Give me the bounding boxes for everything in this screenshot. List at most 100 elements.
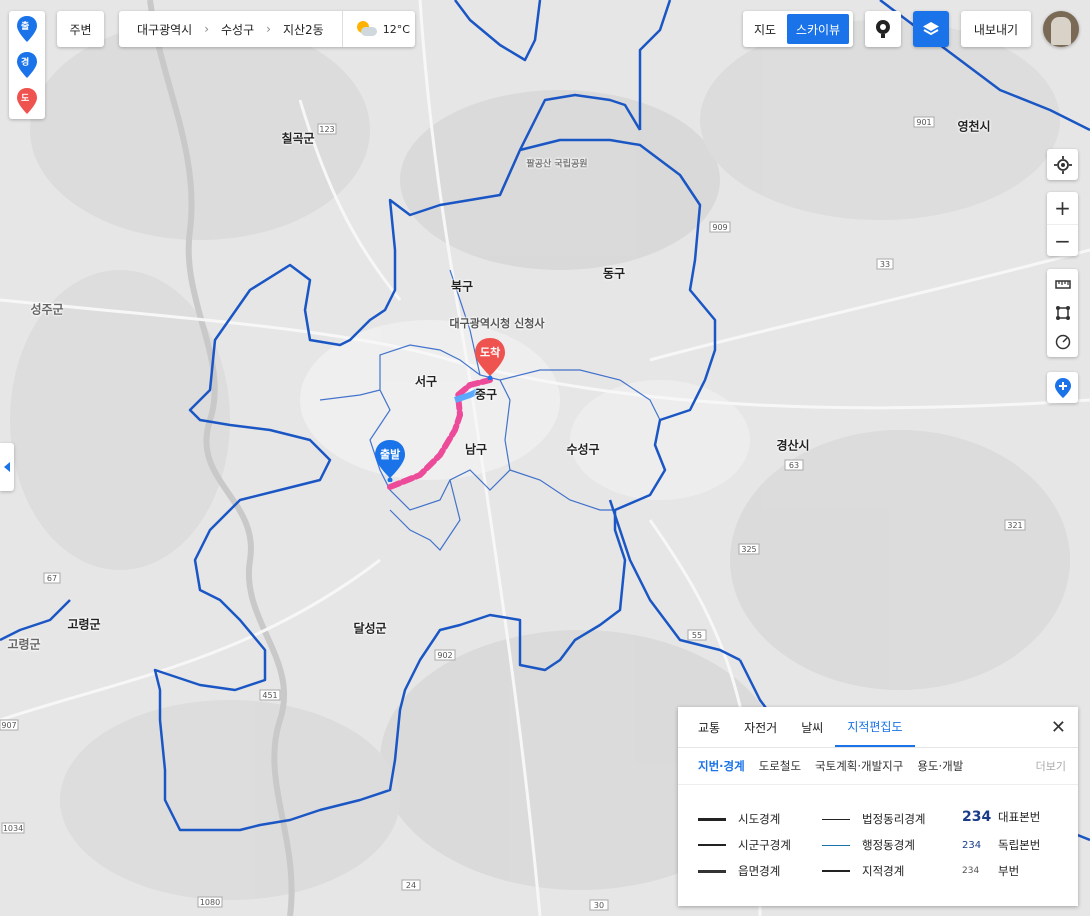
radius-button[interactable] bbox=[1047, 327, 1078, 356]
zoom-in-button[interactable]: + bbox=[1047, 192, 1078, 225]
tab-cadastral[interactable]: 지적편집도 bbox=[835, 707, 915, 747]
legend-num-main: 234 bbox=[962, 809, 992, 825]
legend-label-sigungu: 시군구경계 bbox=[738, 838, 791, 852]
legend-label-eupmyeon: 읍면경계 bbox=[738, 864, 781, 878]
region-label-seo: 서구 bbox=[414, 374, 438, 389]
crosshair-icon bbox=[1053, 155, 1072, 174]
chevron-right-icon: › bbox=[266, 22, 271, 36]
map-type-button[interactable]: 지도 bbox=[743, 11, 787, 47]
legend-num-independent: 234 bbox=[962, 839, 982, 851]
zoom-out-button[interactable]: − bbox=[1047, 225, 1078, 256]
poi-label-palgongsan: 팔공산 국립공원 bbox=[526, 159, 588, 170]
layer-panel: 교통 자전거 날씨 지적편집도 ✕ 지번·경계 도로철도 국토계획·개발지구 용… bbox=[678, 707, 1078, 906]
svg-text:30: 30 bbox=[594, 901, 604, 910]
svg-text:909: 909 bbox=[712, 223, 727, 232]
region-label-jung: 중구 bbox=[474, 387, 498, 402]
svg-text:907: 907 bbox=[1, 721, 16, 730]
nearby-button[interactable]: 주변 bbox=[57, 11, 104, 47]
layers-icon bbox=[923, 22, 939, 36]
route-pin-stack: 출 경 도 bbox=[9, 11, 45, 119]
measure-tools bbox=[1047, 269, 1078, 357]
radius-icon bbox=[1055, 334, 1070, 349]
region-label-goryeong: 고령군 bbox=[67, 617, 101, 632]
tab-traffic[interactable]: 교통 bbox=[686, 707, 732, 747]
zoom-control: + − bbox=[1047, 192, 1078, 256]
pin-arrive-button[interactable]: 도 bbox=[17, 88, 37, 116]
export-button[interactable]: 내보내기 bbox=[961, 11, 1031, 47]
legend-label-haengjeong: 행정동경계 bbox=[862, 838, 915, 852]
chevron-left-icon bbox=[4, 462, 10, 472]
plus-icon: + bbox=[1054, 196, 1071, 220]
divider bbox=[341, 11, 343, 47]
svg-text:55: 55 bbox=[692, 631, 702, 640]
weather-icon bbox=[355, 21, 377, 37]
svg-text:1080: 1080 bbox=[200, 898, 220, 907]
tab-weather[interactable]: 날씨 bbox=[789, 707, 835, 747]
more-link[interactable]: 더보기 bbox=[1036, 758, 1066, 774]
add-place-button[interactable] bbox=[1047, 372, 1078, 403]
legend-label-independent: 독립본번 bbox=[998, 838, 1041, 852]
my-location-button[interactable] bbox=[1047, 149, 1078, 180]
pin-start-label: 출 bbox=[21, 22, 30, 32]
close-icon[interactable]: ✕ bbox=[1051, 717, 1066, 738]
panel-subtabs: 지번·경계 도로철도 국토계획·개발지구 용도·개발 더보기 bbox=[678, 748, 1078, 785]
breadcrumb-item-district[interactable]: 수성구 bbox=[221, 21, 254, 38]
road-badge-123: 123 bbox=[319, 125, 334, 134]
svg-text:33: 33 bbox=[880, 260, 890, 269]
subtab-landuse[interactable]: 용도·개발 bbox=[917, 758, 963, 774]
pin-start-button[interactable]: 출 bbox=[17, 16, 37, 44]
map-type-switch: 지도 스카이뷰 bbox=[743, 11, 853, 47]
avatar[interactable] bbox=[1043, 11, 1079, 47]
chevron-right-icon: › bbox=[204, 22, 210, 36]
region-label-yeongcheon: 영천시 bbox=[957, 119, 991, 134]
legend-line-haengjeong bbox=[822, 844, 850, 846]
svg-text:67: 67 bbox=[47, 574, 57, 583]
pin-arrive-label: 도 bbox=[21, 94, 30, 104]
subtab-road-rail[interactable]: 도로철도 bbox=[759, 758, 801, 774]
breadcrumb: 대구광역시 › 수성구 › 지산2동 12°C bbox=[119, 11, 415, 47]
svg-text:325: 325 bbox=[741, 545, 756, 554]
layers-button[interactable] bbox=[913, 11, 949, 47]
region-label-seongju: 성주군 bbox=[30, 302, 64, 317]
legend-label-sub: 부번 bbox=[998, 864, 1020, 878]
area-button[interactable] bbox=[1047, 298, 1078, 327]
roadview-icon bbox=[876, 20, 890, 38]
region-label-chilgok: 칠곡군 bbox=[281, 131, 315, 146]
breadcrumb-item-dong[interactable]: 지산2동 bbox=[283, 21, 324, 38]
subtab-planning-zone[interactable]: 국토계획·개발지구 bbox=[815, 758, 903, 774]
legend-label-main: 대표본번 bbox=[998, 810, 1041, 824]
arrive-marker-label: 도착 bbox=[480, 346, 501, 359]
ruler-icon bbox=[1054, 279, 1071, 289]
svg-text:901: 901 bbox=[916, 118, 931, 127]
legend: 시도경계 시군구경계 읍면경계 법정동리경계 행정동경계 지적경계 234 대표본… bbox=[678, 785, 1078, 905]
region-label-gyeongsan: 경산시 bbox=[776, 438, 810, 453]
area-icon bbox=[1055, 305, 1070, 320]
legend-line-sido bbox=[698, 817, 726, 821]
sidebar-toggle-button[interactable] bbox=[0, 443, 14, 491]
arrive-marker[interactable]: 도착 bbox=[475, 338, 505, 381]
svg-text:451: 451 bbox=[262, 691, 277, 700]
poi-label-cityhall: 대구광역시청 신청사 bbox=[449, 317, 545, 330]
tab-bicycle[interactable]: 자전거 bbox=[732, 707, 789, 747]
start-marker-label: 출발 bbox=[380, 448, 401, 461]
distance-button[interactable] bbox=[1047, 269, 1078, 298]
region-label-suseong: 수성구 bbox=[566, 442, 600, 457]
region-label-nam: 남구 bbox=[464, 442, 488, 457]
region-label-goryeong-small: 고령군 bbox=[7, 637, 41, 652]
legend-label-jijeok: 지적경계 bbox=[862, 864, 905, 878]
region-label-dalseong: 달성군 bbox=[353, 621, 387, 636]
legend-num-sub: 234 bbox=[962, 866, 980, 876]
pin-waypoint-label: 경 bbox=[21, 58, 30, 68]
street-view-button[interactable] bbox=[865, 11, 901, 47]
minus-icon: − bbox=[1054, 228, 1071, 253]
add-pin-icon bbox=[1054, 377, 1071, 398]
subtab-lot-boundary[interactable]: 지번·경계 bbox=[698, 758, 745, 774]
weather-temp: 12°C bbox=[382, 22, 410, 36]
start-marker[interactable]: 출발 bbox=[375, 440, 405, 483]
region-label-dong: 동구 bbox=[602, 266, 626, 281]
panel-tab-bar: 교통 자전거 날씨 지적편집도 ✕ bbox=[678, 707, 1078, 748]
pin-waypoint-button[interactable]: 경 bbox=[17, 52, 37, 80]
svg-text:24: 24 bbox=[406, 881, 416, 890]
breadcrumb-item-city[interactable]: 대구광역시 bbox=[137, 21, 192, 38]
skyview-button[interactable]: 스카이뷰 bbox=[787, 14, 849, 44]
